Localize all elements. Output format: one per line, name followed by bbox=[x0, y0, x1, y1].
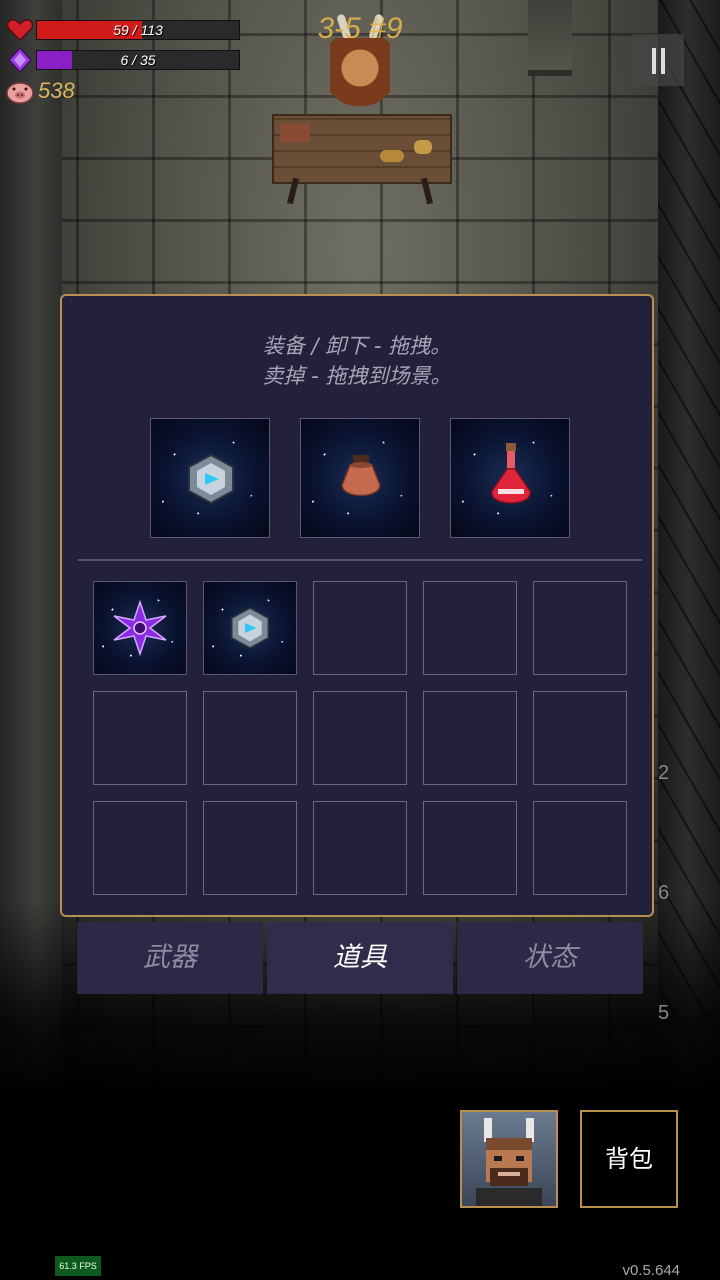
tab-items[interactable]: 道具 bbox=[267, 922, 453, 994]
equipped-slot-1[interactable] bbox=[150, 418, 270, 538]
bag-slot[interactable] bbox=[203, 581, 297, 675]
character-avatar-icon bbox=[476, 1118, 542, 1206]
game-screen: 2 6 5 59 / 113 6 / 35 538 3-5 #9 装备 / 卸下… bbox=[0, 0, 720, 1280]
bag-slot[interactable] bbox=[313, 801, 407, 895]
pause-icon bbox=[652, 48, 656, 74]
side-number: 2 bbox=[658, 762, 670, 784]
level-indicator: 3-5 #9 bbox=[317, 12, 403, 45]
purple-shuriken-icon bbox=[94, 582, 186, 674]
equipped-slot-3[interactable] bbox=[450, 418, 570, 538]
bag-slot[interactable] bbox=[533, 801, 627, 895]
bag-slot[interactable] bbox=[203, 801, 297, 895]
backpack-button[interactable]: 背包 bbox=[580, 1110, 678, 1208]
gold-amount: 538 bbox=[38, 78, 75, 103]
pause-button[interactable] bbox=[632, 34, 684, 86]
mana-text: 6 / 35 bbox=[120, 52, 156, 68]
inventory-panel: 装备 / 卸下 - 拖拽。 卖掉 - 拖拽到场景。 bbox=[60, 294, 654, 917]
bag-slot[interactable] bbox=[93, 801, 187, 895]
merchant-character[interactable] bbox=[330, 38, 390, 118]
sell-hint: 卖掉 - 拖拽到场景。 bbox=[262, 364, 452, 388]
bag-slot[interactable] bbox=[423, 801, 517, 895]
pig-coin-icon bbox=[6, 82, 34, 104]
table-goods bbox=[380, 150, 404, 162]
clay-pot-icon bbox=[341, 455, 381, 497]
equipped-slot-2[interactable] bbox=[300, 418, 420, 538]
panel-divider bbox=[78, 559, 642, 561]
gear-cube-icon bbox=[204, 582, 296, 674]
fps-counter: 61.3 FPS bbox=[55, 1256, 101, 1276]
bag-slot[interactable] bbox=[313, 581, 407, 675]
bag-slot[interactable] bbox=[533, 581, 627, 675]
bag-slot[interactable] bbox=[313, 691, 407, 785]
bag-slot[interactable] bbox=[93, 581, 187, 675]
side-number: 6 bbox=[658, 882, 670, 904]
bag-slot[interactable] bbox=[423, 691, 517, 785]
character-portrait-button[interactable] bbox=[460, 1110, 558, 1208]
bag-slot[interactable] bbox=[93, 691, 187, 785]
hp-bar: 59 / 113 bbox=[36, 20, 240, 40]
tab-status[interactable]: 状态 bbox=[457, 922, 643, 994]
version-label: v0.5.644 bbox=[622, 1262, 680, 1279]
gear-cube-icon bbox=[188, 453, 234, 505]
bag-slot[interactable] bbox=[203, 691, 297, 785]
mana-crystal-icon bbox=[7, 46, 33, 74]
heart-icon bbox=[6, 19, 34, 42]
stone-statue bbox=[528, 0, 572, 76]
red-potion-icon bbox=[491, 443, 531, 504]
table-goods bbox=[414, 140, 432, 154]
mana-bar: 6 / 35 bbox=[36, 50, 240, 70]
equip-hint: 装备 / 卸下 - 拖拽。 bbox=[262, 334, 452, 358]
hp-text: 59 / 113 bbox=[113, 22, 163, 38]
table-book bbox=[280, 124, 310, 142]
pause-icon bbox=[661, 48, 665, 74]
side-number: 5 bbox=[658, 1002, 670, 1024]
tab-weapons[interactable]: 武器 bbox=[77, 922, 263, 994]
bag-slot[interactable] bbox=[423, 581, 517, 675]
bag-slot[interactable] bbox=[533, 691, 627, 785]
